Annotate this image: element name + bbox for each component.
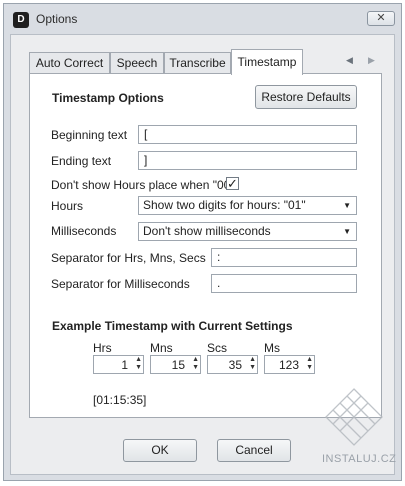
beginning-text-input[interactable]: [ — [138, 125, 357, 144]
restore-defaults-button[interactable]: Restore Defaults — [255, 85, 357, 109]
scs-spinner[interactable]: 35 ▲ ▼ — [207, 355, 258, 374]
spin-up-icon[interactable]: ▲ — [135, 356, 142, 364]
spin-down-icon[interactable]: ▼ — [249, 364, 256, 372]
tab-auto-correct[interactable]: Auto Correct — [29, 52, 110, 73]
milliseconds-dropdown-value: Don't show milliseconds — [143, 224, 271, 238]
mns-value: 15 — [171, 358, 185, 372]
hrs-value: 1 — [121, 358, 128, 372]
ms-label: Ms — [264, 341, 280, 355]
ending-text-label: Ending text — [51, 154, 112, 168]
separator-hms-label: Separator for Hrs, Mns, Secs — [51, 251, 206, 265]
spin-down-icon[interactable]: ▼ — [192, 364, 199, 372]
ms-value: 123 — [278, 358, 299, 372]
cancel-button[interactable]: Cancel — [217, 439, 291, 462]
tab-timestamp[interactable]: Timestamp — [231, 49, 303, 75]
example-result: [01:15:35] — [93, 393, 147, 407]
ok-button[interactable]: OK — [123, 439, 197, 462]
spin-down-icon[interactable]: ▼ — [306, 364, 313, 372]
watermark-logo-icon — [325, 388, 383, 446]
hide-hours-checkbox[interactable]: ✓ — [226, 177, 239, 190]
ms-spinner[interactable]: 123 ▲ ▼ — [264, 355, 315, 374]
hide-hours-label: Don't show Hours place when "00" — [51, 178, 235, 192]
hours-dropdown-value: Show two digits for hours: "01" — [143, 198, 306, 212]
milliseconds-label: Milliseconds — [51, 224, 117, 238]
tab-speech[interactable]: Speech — [110, 52, 164, 73]
hrs-label: Hrs — [93, 341, 112, 355]
spin-up-icon[interactable]: ▲ — [249, 356, 256, 364]
separator-ms-input[interactable]: . — [211, 274, 357, 293]
timestamp-panel: Timestamp Options Restore Defaults Begin… — [29, 73, 382, 418]
mns-label: Mns — [150, 341, 173, 355]
chevron-down-icon: ▼ — [343, 201, 351, 210]
spin-up-icon[interactable]: ▲ — [192, 356, 199, 364]
hours-dropdown[interactable]: Show two digits for hours: "01" ▼ — [138, 196, 357, 215]
timestamp-options-heading: Timestamp Options — [52, 91, 164, 105]
spin-up-icon[interactable]: ▲ — [306, 356, 313, 364]
ending-text-input[interactable]: ] — [138, 151, 357, 170]
milliseconds-dropdown[interactable]: Don't show milliseconds ▼ — [138, 222, 357, 241]
app-icon: D — [13, 12, 29, 28]
mns-spinner[interactable]: 15 ▲ ▼ — [150, 355, 201, 374]
separator-hms-input[interactable]: : — [211, 248, 357, 267]
scs-label: Scs — [207, 341, 228, 355]
title-bar: D Options ✕ — [4, 4, 401, 34]
scs-value: 35 — [228, 358, 242, 372]
tab-scroll-right-icon[interactable]: ▶ — [368, 55, 375, 66]
separator-ms-label: Separator for Milliseconds — [51, 277, 190, 291]
close-button[interactable]: ✕ — [367, 11, 395, 26]
chevron-down-icon: ▼ — [343, 227, 351, 236]
hrs-spinner[interactable]: 1 ▲ ▼ — [93, 355, 144, 374]
spin-down-icon[interactable]: ▼ — [135, 364, 142, 372]
window-title: Options — [36, 12, 78, 26]
watermark-text: INSTALUJ.CZ — [322, 453, 397, 465]
hours-label: Hours — [51, 199, 84, 213]
beginning-text-label: Beginning text — [51, 128, 128, 142]
tab-transcribe[interactable]: Transcribe — [164, 52, 231, 73]
tab-scroll-left-icon[interactable]: ◀ — [346, 55, 353, 66]
example-heading: Example Timestamp with Current Settings — [52, 319, 293, 333]
